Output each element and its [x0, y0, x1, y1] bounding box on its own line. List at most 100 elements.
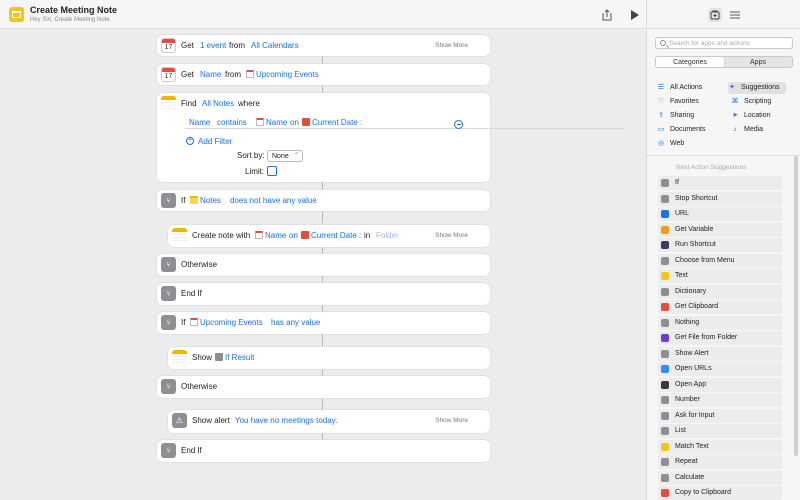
search-input[interactable]: [669, 38, 789, 49]
action-get-name[interactable]: 17 Get Name from Upcoming Events: [157, 64, 490, 85]
name-token[interactable]: Name: [200, 64, 221, 85]
suggestion-item[interactable]: Open URLs: [658, 362, 782, 376]
show-more-button[interactable]: Show More: [435, 225, 468, 246]
search-field[interactable]: [655, 37, 793, 49]
suggestion-item[interactable]: Get Variable: [658, 222, 782, 237]
action-icon: [661, 303, 669, 311]
action-library-icon[interactable]: [708, 8, 722, 22]
if-label: If: [181, 196, 186, 205]
suggestion-label: Get Variable: [675, 225, 714, 233]
action-get-events[interactable]: 17 Get 1 event from All Calendars Show M…: [157, 35, 490, 56]
category-sharing[interactable]: ⇪ Sharing: [657, 110, 694, 122]
suggestion-item[interactable]: Get File from Folder: [658, 331, 782, 345]
action-show-result[interactable]: Show If Result: [168, 347, 490, 369]
in-label: in: [364, 231, 371, 240]
from-label: from: [225, 70, 241, 79]
filter-field-token[interactable]: Name: [189, 112, 210, 133]
suggestion-label: If: [675, 179, 679, 186]
from-label: from: [229, 41, 245, 50]
action-end-if[interactable]: ⑂ End If: [157, 283, 490, 305]
upcoming-events-variable[interactable]: Upcoming Events: [190, 312, 263, 333]
date-icon: [301, 231, 309, 239]
suggestion-label: Calculate: [675, 473, 705, 481]
suggestion-item[interactable]: Calculate: [658, 470, 782, 485]
suggestion-item[interactable]: If: [658, 176, 782, 190]
suggestion-label: Run Shortcut: [675, 241, 716, 248]
calendars-token[interactable]: All Calendars: [251, 35, 299, 56]
suggestion-label: Dictionary: [675, 287, 707, 295]
sidebar-scrollbar[interactable]: [794, 156, 798, 456]
suggestion-item[interactable]: List: [658, 424, 782, 438]
current-date-variable[interactable]: Current Date :: [301, 225, 361, 246]
suggestion-item[interactable]: Nothing: [658, 315, 782, 330]
event-count-token[interactable]: 1 event: [200, 35, 226, 56]
action-show-alert[interactable]: ⚠ Show alert You have no meetings today.…: [168, 410, 490, 433]
category-all-actions[interactable]: ☰ All Actions: [657, 82, 702, 94]
sort-by-select[interactable]: None ⌃: [267, 150, 303, 162]
action-if-events[interactable]: ⑂ If Upcoming Events has any value: [157, 312, 490, 334]
action-verb: Find: [181, 99, 197, 108]
suggestion-item[interactable]: Choose from Menu: [658, 253, 782, 268]
condition-token[interactable]: has any value: [271, 312, 320, 333]
settings-list-icon[interactable]: [728, 8, 742, 22]
filter-row: [185, 115, 625, 129]
category-media[interactable]: ♪ Media: [731, 124, 763, 136]
suggestion-item[interactable]: Copy to Clipboard: [658, 486, 782, 500]
action-otherwise[interactable]: ⑂ Otherwise: [157, 376, 490, 398]
folder-placeholder[interactable]: Folder: [376, 225, 399, 246]
notes-variable[interactable]: Notes: [190, 190, 221, 211]
calendar-icon: 17: [161, 38, 176, 53]
suggestion-item[interactable]: Stop Shortcut: [658, 191, 782, 206]
show-more-button[interactable]: Show More: [435, 35, 468, 56]
limit-checkbox[interactable]: [267, 166, 277, 176]
all-notes-token[interactable]: All Notes: [202, 93, 234, 114]
category-scripting[interactable]: ⌘ Scripting: [731, 96, 772, 108]
current-date-variable[interactable]: Current Date :: [302, 112, 362, 133]
alert-message-token[interactable]: You have no meetings today.: [235, 410, 337, 431]
suggestion-item[interactable]: Get Clipboard: [658, 300, 782, 314]
suggestion-label: Copy to Clipboard: [675, 489, 732, 496]
sidebar-divider: [647, 155, 800, 156]
add-filter-button[interactable]: Add Filter: [198, 131, 232, 152]
suggestion-item[interactable]: Text: [658, 269, 782, 283]
suggestion-item[interactable]: Match Text: [658, 439, 782, 454]
if-label: If: [181, 318, 186, 327]
share-icon[interactable]: [600, 8, 614, 22]
category-suggestions[interactable]: ✦ Suggestions: [728, 82, 786, 94]
suggestion-item[interactable]: Run Shortcut: [658, 238, 782, 252]
action-find-notes[interactable]: Find All Notes where Name contains Name …: [157, 93, 625, 182]
segment-apps[interactable]: Apps: [724, 57, 792, 67]
run-play-icon[interactable]: [627, 8, 641, 22]
suggestion-item[interactable]: URL: [658, 207, 782, 221]
action-if-notes[interactable]: ⑂ If Notes does not have any value: [157, 190, 490, 211]
category-favorites[interactable]: ♡ Favorites: [657, 96, 699, 108]
document-icon: ▭: [657, 126, 665, 133]
category-web[interactable]: ◎ Web: [657, 138, 684, 150]
suggestion-item[interactable]: Repeat: [658, 455, 782, 469]
if-result-variable[interactable]: If Result: [215, 347, 254, 368]
action-end-if[interactable]: ⑂ End If: [157, 440, 490, 462]
category-documents[interactable]: ▭ Documents: [657, 124, 706, 136]
show-more-button[interactable]: Show More: [435, 410, 468, 431]
name-variable[interactable]: Name: [256, 112, 287, 133]
action-create-note[interactable]: Create note with Name on Current Date : …: [168, 225, 490, 247]
remove-filter-icon[interactable]: [454, 120, 463, 129]
stepper-icon: ⌃: [293, 153, 299, 159]
suggestion-item[interactable]: Open App: [658, 377, 782, 392]
segment-categories[interactable]: Categories: [656, 57, 724, 67]
action-otherwise[interactable]: ⑂ Otherwise: [157, 254, 490, 276]
action-icon: [661, 287, 669, 296]
suggestion-item[interactable]: Dictionary: [658, 284, 782, 299]
filter-operator-token[interactable]: contains: [217, 112, 247, 133]
action-icon: [661, 349, 669, 358]
add-filter-icon[interactable]: +: [186, 137, 194, 145]
suggestion-item[interactable]: Number: [658, 393, 782, 407]
name-variable[interactable]: Name: [255, 225, 286, 246]
suggestion-item[interactable]: Show Alert: [658, 346, 782, 361]
view-segmented-control[interactable]: Categories Apps: [655, 56, 793, 68]
condition-token[interactable]: does not have any value: [230, 190, 317, 211]
upcoming-events-variable[interactable]: Upcoming Events: [246, 64, 319, 85]
suggestion-item[interactable]: Ask for Input: [658, 408, 782, 423]
shortcut-title[interactable]: Create Meeting Note: [30, 5, 117, 15]
category-location[interactable]: ➤ Location: [731, 110, 770, 122]
